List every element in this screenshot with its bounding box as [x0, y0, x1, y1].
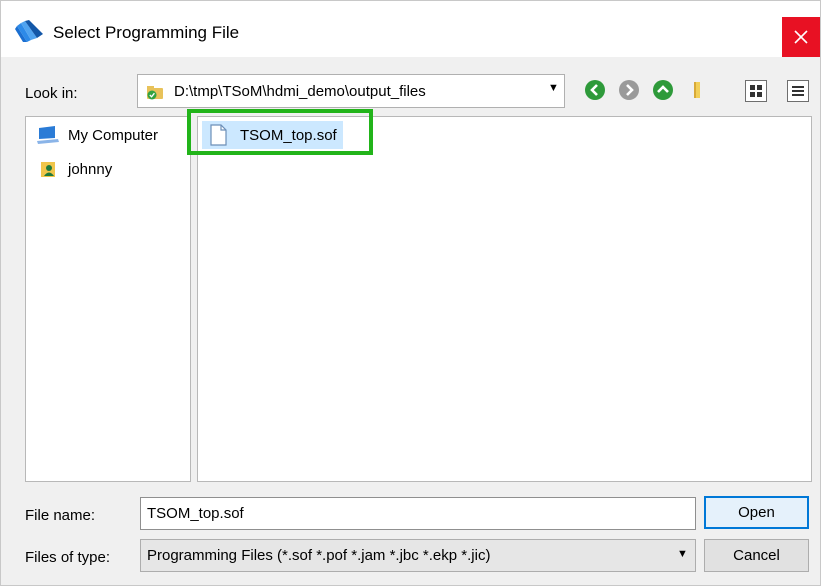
list-view-button[interactable] [745, 80, 767, 102]
file-icon [210, 124, 227, 146]
sidebar-item-label: johnny [68, 160, 113, 178]
file-type-label: Files of type: [25, 549, 111, 566]
file-type-select[interactable]: Programming Files (*.sof *.pof *.jam *.j… [140, 539, 696, 572]
file-name-input[interactable] [140, 497, 696, 530]
folder-icon [147, 86, 163, 100]
up-icon [653, 80, 673, 100]
file-name-label: File name: [25, 507, 96, 524]
new-folder-button[interactable] [684, 77, 710, 103]
cancel-button[interactable]: Cancel [704, 539, 809, 572]
forward-button[interactable] [616, 77, 642, 103]
chevron-down-icon: ▼ [677, 548, 688, 560]
new-folder-icon [694, 82, 700, 98]
computer-icon [36, 125, 60, 145]
list-view-icon [750, 85, 762, 97]
chevron-down-icon: ▼ [548, 82, 559, 94]
app-logo-icon [15, 20, 43, 42]
file-type-value: Programming Files (*.sof *.pof *.jam *.j… [147, 547, 491, 564]
sidebar: My Computer johnny [25, 116, 191, 482]
forward-icon [619, 80, 639, 100]
user-folder-icon [36, 159, 60, 179]
look-in-combobox[interactable]: D:\tmp\TSoM\hdmi_demo\output_files ▼ [137, 74, 565, 108]
file-list: TSOM_top.sof [197, 116, 812, 482]
look-in-label: Look in: [25, 85, 78, 102]
back-button[interactable] [582, 77, 608, 103]
sidebar-item-my-computer[interactable]: My Computer [36, 123, 158, 147]
file-name-label: TSOM_top.sof [240, 126, 337, 144]
window-title: Select Programming File [53, 23, 240, 42]
sidebar-item-johnny[interactable]: johnny [36, 157, 112, 181]
detail-view-icon [792, 86, 804, 96]
look-in-path: D:\tmp\TSoM\hdmi_demo\output_files [174, 83, 426, 100]
open-button[interactable]: Open [704, 496, 809, 529]
title-bar: Select Programming File [1, 1, 820, 57]
back-icon [585, 80, 605, 100]
file-item-tsom-top-sof[interactable]: TSOM_top.sof [202, 121, 343, 149]
select-programming-file-dialog: Select Programming File Look in: D:\tmp\… [0, 0, 821, 586]
detail-view-button[interactable] [787, 80, 809, 102]
up-folder-button[interactable] [650, 77, 676, 103]
close-button[interactable] [782, 17, 820, 57]
sidebar-item-label: My Computer [68, 126, 159, 144]
close-icon [794, 30, 808, 44]
